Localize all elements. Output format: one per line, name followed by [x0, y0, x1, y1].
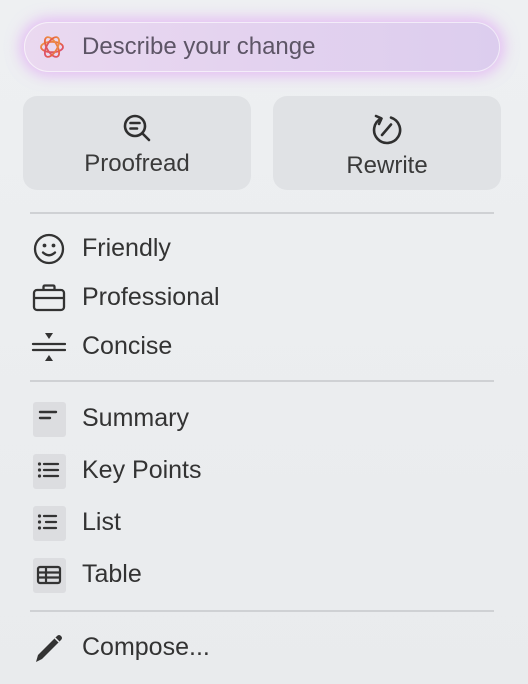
- describe-change-field[interactable]: [24, 22, 500, 72]
- briefcase-icon: [32, 284, 66, 312]
- rewrite-button[interactable]: Rewrite: [273, 96, 501, 190]
- menu-item-label: Professional: [82, 283, 220, 311]
- circular-arrow-icon: [372, 114, 402, 145]
- menu-item-list[interactable]: List: [30, 503, 500, 543]
- list-icon: [33, 506, 66, 541]
- menu-item-label: Key Points: [82, 456, 202, 484]
- table-icon: [33, 558, 66, 593]
- proofread-label: Proofread: [84, 150, 190, 177]
- menu-item-label: Friendly: [82, 234, 171, 262]
- bulleted-list-icon: [33, 454, 66, 489]
- menu-item-friendly[interactable]: Friendly: [30, 229, 500, 269]
- menu-item-label: Concise: [82, 332, 173, 360]
- menu-item-label: Summary: [82, 404, 189, 432]
- rewrite-label: Rewrite: [346, 152, 428, 179]
- writing-tools-panel: Proofread Rewrite Friendly: [0, 0, 528, 684]
- smiley-icon: [33, 233, 65, 265]
- divider: [30, 610, 494, 612]
- summary-lines-icon: [33, 402, 66, 437]
- menu-item-key-points[interactable]: Key Points: [30, 451, 500, 491]
- pencil-icon: [36, 635, 62, 662]
- divider: [30, 380, 494, 382]
- compress-icon: [31, 333, 66, 361]
- menu-item-professional[interactable]: Professional: [30, 278, 500, 318]
- describe-change-input[interactable]: [82, 22, 482, 72]
- menu-item-summary[interactable]: Summary: [30, 399, 500, 439]
- menu-item-label: Table: [82, 560, 142, 588]
- menu-item-label: List: [82, 508, 121, 536]
- menu-item-table[interactable]: Table: [30, 555, 500, 595]
- divider: [30, 212, 494, 214]
- menu-item-compose[interactable]: Compose...: [30, 628, 500, 668]
- menu-item-label: Compose...: [82, 633, 210, 661]
- magnifier-check-icon: [123, 114, 151, 142]
- proofread-button[interactable]: Proofread: [23, 96, 251, 190]
- writing-tools-sparkle-icon: [40, 36, 64, 58]
- menu-item-concise[interactable]: Concise: [30, 327, 500, 367]
